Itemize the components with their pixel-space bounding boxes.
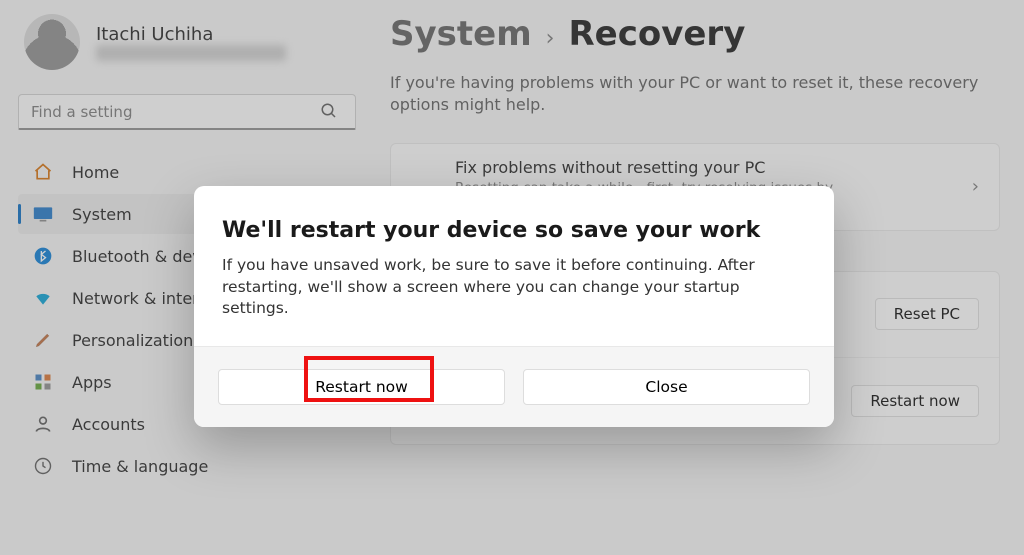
nav-label: Apps — [72, 373, 112, 392]
modal-close-button[interactable]: Close — [523, 369, 810, 405]
avatar — [24, 14, 80, 70]
clock-globe-icon — [32, 456, 54, 476]
search-box[interactable] — [18, 94, 368, 130]
nav-label: Time & language — [72, 457, 208, 476]
search-icon — [320, 102, 338, 120]
restart-now-button[interactable]: Restart now — [851, 385, 979, 417]
apps-icon — [32, 373, 54, 391]
home-icon — [32, 162, 54, 182]
profile-block[interactable]: Itachi Uchiha — [24, 14, 368, 70]
modal-body-text: If you have unsaved work, be sure to sav… — [222, 255, 806, 320]
nav-item-time[interactable]: Time & language — [18, 446, 368, 486]
page-lead: If you're having problems with your PC o… — [390, 72, 1000, 115]
person-icon — [32, 414, 54, 434]
nav-label: Accounts — [72, 415, 145, 434]
modal-title: We'll restart your device so save your w… — [222, 218, 806, 243]
profile-email-blurred — [96, 45, 286, 61]
settings-app: Itachi Uchiha Home System Bluetooth & de… — [0, 0, 1024, 555]
search-input[interactable] — [18, 94, 356, 130]
nav-label: Personalization — [72, 331, 193, 350]
restart-modal: We'll restart your device so save your w… — [194, 186, 834, 427]
bluetooth-icon — [32, 246, 54, 266]
modal-restart-button[interactable]: Restart now — [218, 369, 505, 405]
system-icon — [32, 206, 54, 222]
row-title: Fix problems without resetting your PC — [455, 158, 946, 177]
wifi-icon — [32, 288, 54, 308]
chevron-right-icon: › — [546, 26, 555, 51]
paintbrush-icon — [32, 330, 54, 350]
chevron-right-icon: › — [964, 176, 979, 197]
crumb-leaf: Recovery — [568, 14, 745, 54]
nav-label: Home — [72, 163, 119, 182]
nav-label: System — [72, 205, 132, 224]
breadcrumb: System › Recovery — [390, 14, 1000, 54]
reset-pc-button[interactable]: Reset PC — [875, 298, 979, 330]
profile-name: Itachi Uchiha — [96, 24, 286, 45]
crumb-root[interactable]: System — [390, 14, 532, 54]
